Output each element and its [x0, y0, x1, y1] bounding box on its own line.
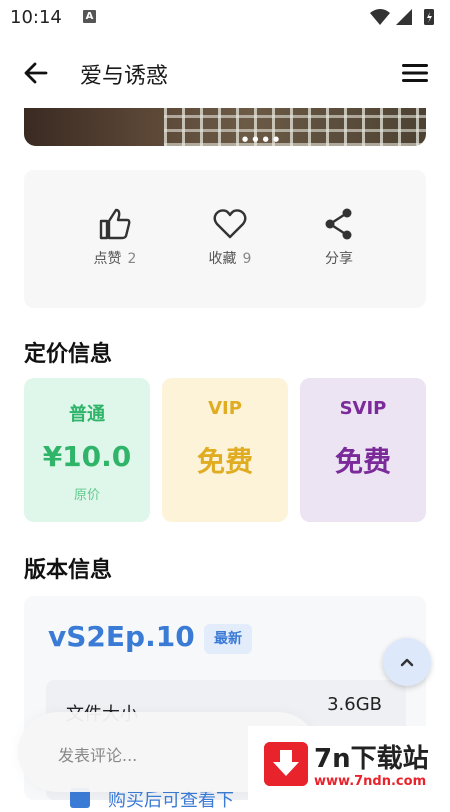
- price-sub-label: 原价: [73, 488, 100, 503]
- status-time: 10:14: [10, 7, 62, 28]
- favorite-button[interactable]: 收藏 9: [175, 206, 285, 268]
- file-size-value: 3.6GB: [327, 694, 382, 715]
- share-label: 分享: [325, 251, 353, 267]
- heart-icon: [213, 209, 247, 239]
- download-logo-icon: [264, 742, 308, 786]
- favorite-count: 9: [242, 251, 252, 267]
- latest-badge: 最新: [204, 624, 252, 654]
- price-value: 免费: [196, 445, 253, 478]
- price-card-standard: 普通 ¥10.0 原价: [24, 378, 150, 522]
- price-tier-label: SVIP: [339, 398, 387, 419]
- pricing-title: 定价信息: [24, 342, 113, 367]
- favorite-label: 收藏: [208, 251, 237, 267]
- action-card: 点赞 2 收藏 9 分享: [24, 170, 426, 308]
- notification-icon: A: [83, 10, 96, 23]
- price-card-svip: SVIP 免费: [300, 378, 426, 522]
- version-name: vS2Ep.10: [48, 620, 195, 653]
- watermark-text: 7n下载站: [314, 744, 429, 774]
- page-title: 爱与诱惑: [80, 64, 169, 89]
- watermark-url: www.7ndn.com: [314, 774, 427, 789]
- status-icons: [370, 9, 434, 25]
- cover-image-texture: [164, 108, 426, 146]
- signal-icon: [396, 9, 412, 25]
- price-value: 免费: [334, 445, 391, 478]
- like-button[interactable]: 点赞 2: [60, 206, 170, 268]
- share-icon: [325, 208, 352, 240]
- thumbs-up-icon: [99, 208, 131, 240]
- comment-placeholder: 发表评论...: [58, 746, 138, 765]
- like-label: 点赞: [93, 251, 122, 267]
- price-tier-label: VIP: [208, 398, 242, 419]
- menu-icon[interactable]: [402, 62, 428, 84]
- carousel-indicator: ● ● ● ●: [242, 135, 281, 143]
- share-button[interactable]: 分享: [284, 206, 394, 268]
- version-title: 版本信息: [24, 558, 113, 583]
- price-tier-label: 普通: [69, 404, 105, 425]
- price-value: ¥10.0: [42, 440, 132, 473]
- wifi-icon: [370, 9, 390, 25]
- like-count: 2: [127, 251, 137, 267]
- app-bar: 爱与诱惑: [0, 36, 450, 108]
- price-card-vip: VIP 免费: [162, 378, 288, 522]
- scroll-to-top-button[interactable]: [383, 638, 431, 686]
- cover-image[interactable]: ● ● ● ●: [24, 108, 426, 146]
- watermark: 7n下载站 www.7ndn.com: [248, 726, 448, 800]
- back-arrow-icon[interactable]: [22, 59, 50, 87]
- chevron-up-icon: [400, 658, 414, 667]
- status-bar: 10:14 A: [0, 0, 450, 36]
